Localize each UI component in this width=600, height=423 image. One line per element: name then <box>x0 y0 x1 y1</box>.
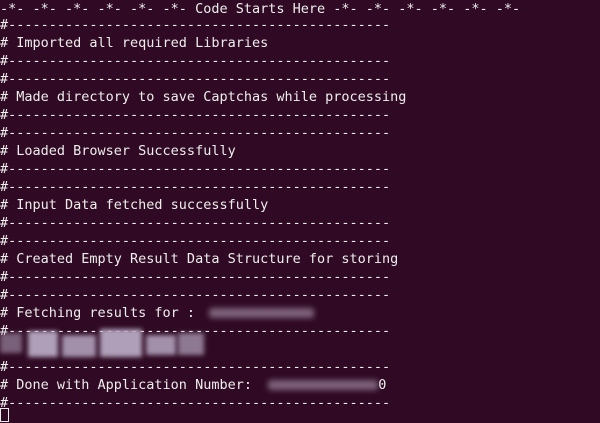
separator-line: #---------------------------------------… <box>0 107 391 123</box>
log-imported-libraries: # Imported all required Libraries <box>0 35 269 51</box>
log-created-result-structure: # Created Empty Result Data Structure fo… <box>0 251 399 267</box>
terminal-cursor <box>0 408 9 422</box>
separator-line: #---------------------------------------… <box>0 287 391 303</box>
separator-line: #---------------------------------------… <box>0 395 391 411</box>
separator-line: #---------------------------------------… <box>0 71 391 87</box>
log-fetching-results-label: # Fetching results for : <box>0 305 204 321</box>
log-done-application-tail: 0 <box>378 377 387 393</box>
redacted-application-number <box>268 380 379 390</box>
separator-line: #---------------------------------------… <box>0 53 391 69</box>
log-loaded-browser: # Loaded Browser Successfully <box>0 143 236 159</box>
separator-line: #---------------------------------------… <box>0 17 391 33</box>
separator-line: #---------------------------------------… <box>0 179 391 195</box>
separator-line: #---------------------------------------… <box>0 233 391 249</box>
separator-line: #---------------------------------------… <box>0 125 391 141</box>
log-input-data-fetched: # Input Data fetched successfully <box>0 197 269 213</box>
separator-line: #---------------------------------------… <box>0 359 391 375</box>
separator-line: #---------------------------------------… <box>0 161 391 177</box>
separator-line: #---------------------------------------… <box>0 215 391 231</box>
terminal-window[interactable]: -*- -*- -*- -*- -*- -*- Code Starts Here… <box>0 0 600 423</box>
log-done-application: # Done with Application Number: 0 <box>0 376 386 394</box>
log-fetching-results: # Fetching results for : <box>0 304 315 322</box>
redacted-application-number <box>209 308 315 318</box>
log-done-application-label: # Done with Application Number: <box>0 377 269 393</box>
separator-line: #---------------------------------------… <box>0 269 391 285</box>
log-made-directory: # Made directory to save Captchas while … <box>0 89 407 105</box>
